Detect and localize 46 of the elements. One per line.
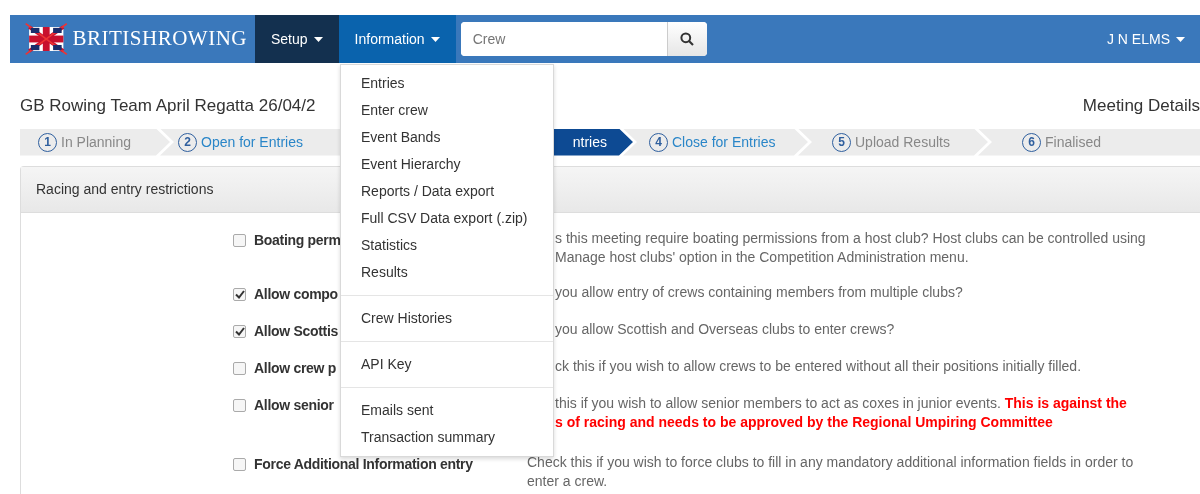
menu-item[interactable]: Emails sent bbox=[341, 397, 553, 424]
menu-item[interactable]: Entries bbox=[341, 70, 553, 97]
menu-item[interactable]: Transaction summary bbox=[341, 424, 553, 451]
menu-item[interactable]: Results bbox=[341, 259, 553, 286]
checkbox[interactable] bbox=[233, 287, 246, 301]
option-label: Force Additional Information entry bbox=[254, 454, 473, 474]
progress-step[interactable]: 4 Close for Entries bbox=[623, 128, 808, 156]
menu-item[interactable]: Crew Histories bbox=[341, 305, 553, 332]
caret-icon bbox=[1176, 36, 1185, 42]
option-description: ck this if you wish to allow crews to be entered without all their positions initially filled. bbox=[555, 356, 1083, 376]
option-description: you allow entry of crews containing members from multiple clubs? bbox=[555, 282, 964, 302]
user-menu-button[interactable]: J N ELMS bbox=[1092, 15, 1200, 63]
brand-name: BRITISHROWING bbox=[72, 25, 247, 53]
option-label: Allow crew p bbox=[254, 358, 336, 378]
option-description: you allow Scottish and Overseas clubs to enter crews? bbox=[555, 319, 896, 339]
search-button[interactable] bbox=[666, 22, 707, 56]
menu-item[interactable]: API Key bbox=[341, 351, 553, 378]
checkbox[interactable] bbox=[233, 233, 246, 247]
menu-button[interactable]: Setup bbox=[255, 15, 339, 63]
checkbox[interactable] bbox=[233, 398, 246, 412]
checkbox[interactable] bbox=[233, 324, 246, 338]
search-icon bbox=[680, 32, 695, 46]
caret-icon bbox=[313, 36, 323, 42]
option-description: Check this if you wish to force clubs to fill in any mandatory additional information fields in order to enter a crew. bbox=[527, 452, 1135, 491]
option-label: Allow senior bbox=[254, 395, 334, 415]
option-description: s this meeting require boating permissions from a host club? Host clubs can be controlled using Manage host clubs' option in the Competition Administration menu. bbox=[555, 228, 1147, 267]
step-label: Upload Results bbox=[855, 132, 950, 152]
step-label: Open for Entries bbox=[201, 132, 303, 152]
menu-button[interactable]: Information bbox=[338, 15, 456, 63]
menu-item[interactable]: Statistics bbox=[341, 232, 553, 259]
checkbox[interactable] bbox=[233, 361, 246, 375]
option-label: Allow Scottis bbox=[254, 321, 338, 341]
step-label: ntries bbox=[572, 132, 607, 152]
option-label: Boating perm bbox=[254, 230, 341, 250]
option-label: Allow compo bbox=[254, 284, 338, 304]
menu-item[interactable]: Enter crew bbox=[341, 97, 553, 124]
step-label: Close for Entries bbox=[672, 132, 776, 152]
page-title: GB Rowing Team April Regatta 26/04/2 bbox=[20, 95, 316, 117]
section-title: Meeting Details bbox=[1082, 95, 1200, 117]
option-description: this if you wish to allow senior members to act as coxes in junior events. This is against the s of racing and needs to be approved by the Regional Umpiring Committee bbox=[555, 393, 1128, 432]
checkbox[interactable] bbox=[233, 457, 246, 471]
menu-item[interactable]: Reports / Data export bbox=[341, 178, 553, 205]
step-label: Finalised bbox=[1045, 132, 1102, 152]
caret-icon bbox=[430, 36, 440, 42]
step-label: In Planning bbox=[61, 132, 132, 152]
search-field[interactable]: Crew bbox=[460, 22, 707, 56]
